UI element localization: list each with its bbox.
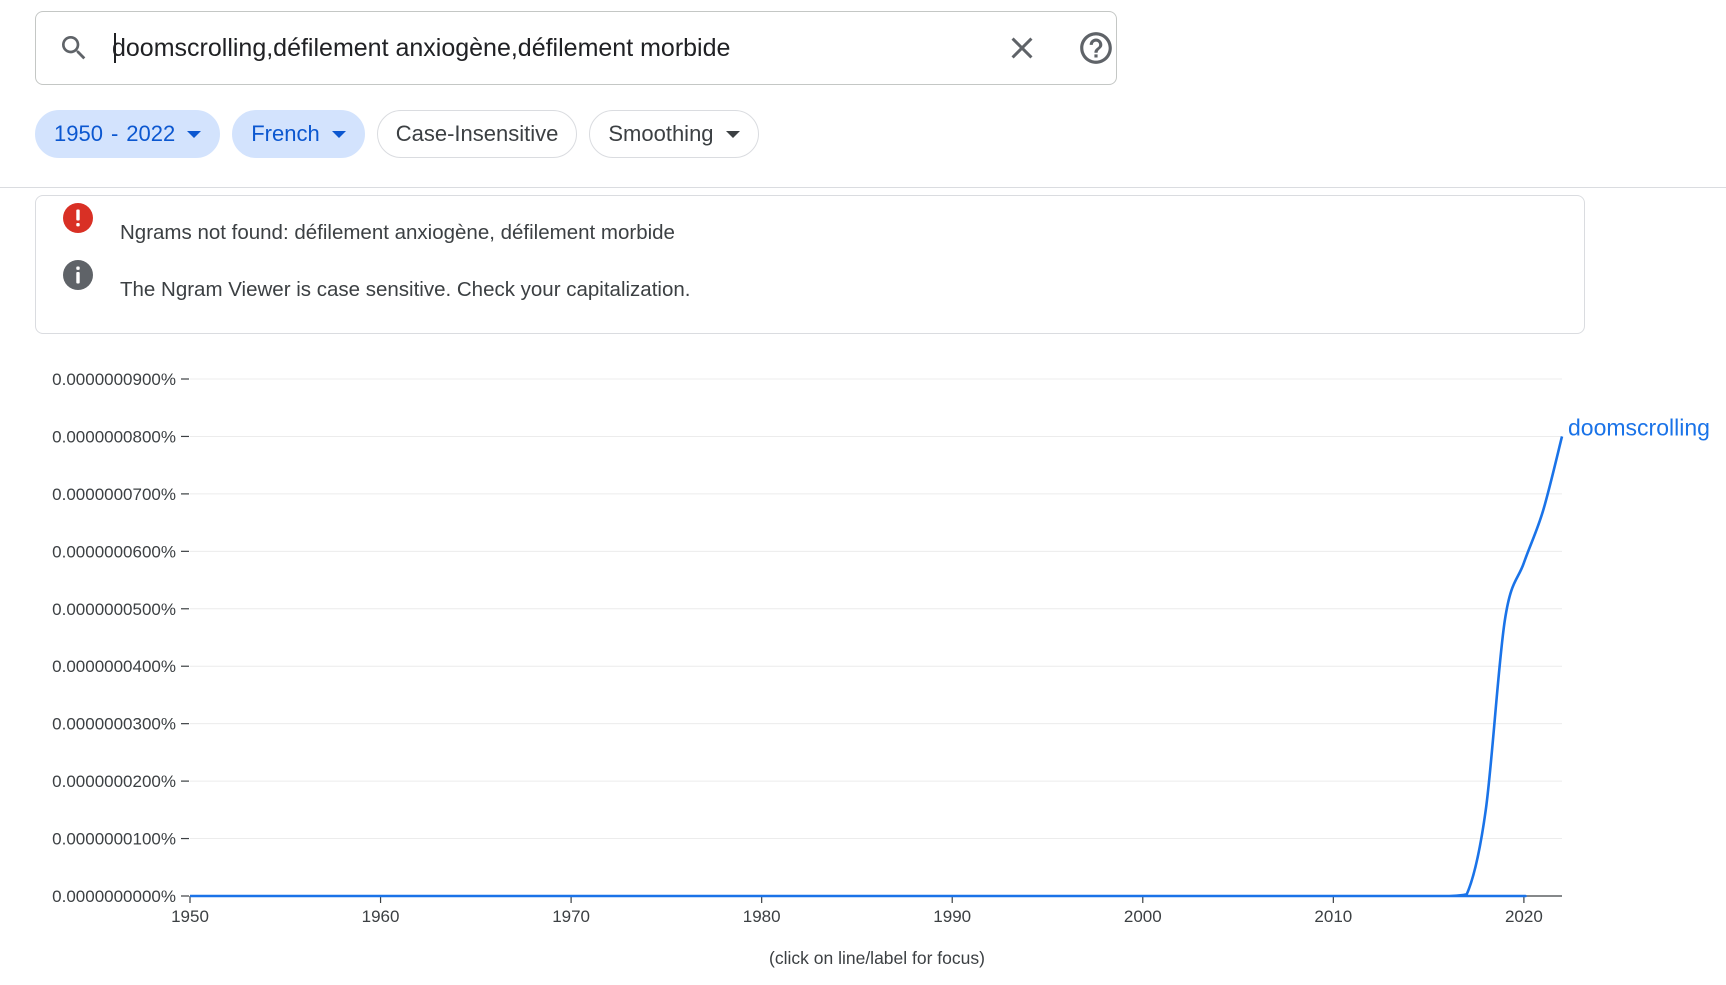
- language-label: French: [251, 121, 320, 146]
- x-tick-label: 2000: [1124, 907, 1162, 926]
- dropdown-arrow-icon: [187, 130, 202, 138]
- help-icon[interactable]: [1077, 29, 1115, 67]
- dropdown-arrow-icon: [331, 130, 346, 138]
- year-start: 1950: [54, 121, 103, 146]
- case-label: Case-Insensitive: [395, 121, 559, 146]
- chart-footnote: (click on line/label for focus): [769, 948, 985, 968]
- chart-grid: [190, 378, 1562, 840]
- search-input[interactable]: [112, 26, 992, 70]
- x-tick-label: 2010: [1314, 907, 1352, 926]
- case-insensitive-chip[interactable]: Case-Insensitive: [376, 110, 578, 158]
- year-separator: -: [110, 121, 119, 146]
- y-tick-label: 0.0000000500%: [52, 600, 176, 619]
- y-tick-label: 0.0000000700%: [52, 485, 176, 504]
- chart-series: doomscrolling: [190, 414, 1710, 898]
- search-box[interactable]: [35, 11, 1117, 85]
- x-tick-label: 1990: [933, 907, 971, 926]
- y-tick-label: 0.0000000200%: [52, 772, 176, 791]
- y-tick-label: 0.0000000300%: [52, 715, 176, 734]
- x-tick-label: 2020: [1505, 907, 1543, 926]
- y-tick-label: 0.0000000400%: [52, 657, 176, 676]
- y-tick-label: 0.0000000100%: [52, 830, 176, 849]
- x-axis: 1950 1960 1970 1980 1990 2000 2010 2020: [171, 895, 1562, 926]
- year-end: 2022: [126, 121, 176, 146]
- close-icon[interactable]: [1004, 30, 1040, 66]
- smoothing-label: Smoothing: [608, 121, 714, 146]
- header-divider: [0, 187, 1726, 188]
- x-tick-label: 1970: [552, 907, 590, 926]
- dropdown-arrow-icon: [725, 130, 740, 138]
- x-tick-label: 1960: [362, 907, 400, 926]
- y-tick-label: 0.0000000000%: [52, 887, 176, 906]
- year-range-chip[interactable]: 1950 - 2022: [35, 110, 221, 158]
- y-tick-label: 0.0000000900%: [52, 370, 176, 389]
- y-axis: 0.0000000000% 0.0000000100% 0.0000000200% 0…: [52, 370, 189, 906]
- language-chip[interactable]: French: [232, 110, 365, 158]
- series-label-doomscrolling[interactable]: doomscrolling: [1568, 414, 1710, 440]
- x-tick-label: 1980: [743, 907, 781, 926]
- search-icon[interactable]: [58, 32, 90, 64]
- error-text: Ngrams not found: défilement anxiogène, …: [120, 221, 675, 244]
- info-text: The Ngram Viewer is case sensitive. Chec…: [120, 278, 691, 301]
- y-tick-label: 0.0000000800%: [52, 427, 176, 446]
- error-icon: [63, 203, 93, 233]
- x-tick-label: 1950: [171, 907, 209, 926]
- y-tick-label: 0.0000000600%: [52, 542, 176, 561]
- messages-panel: Ngrams not found: défilement anxiogène, …: [35, 195, 1585, 334]
- ngram-chart: 0.0000000000% 0.0000000100% 0.0000000200% 0…: [52, 370, 1710, 968]
- info-icon: [63, 260, 93, 290]
- filter-chips: 1950 - 2022 French Case-Insensitive Smoo…: [35, 110, 759, 158]
- text-cursor: [114, 33, 116, 63]
- smoothing-chip[interactable]: Smoothing: [589, 110, 759, 158]
